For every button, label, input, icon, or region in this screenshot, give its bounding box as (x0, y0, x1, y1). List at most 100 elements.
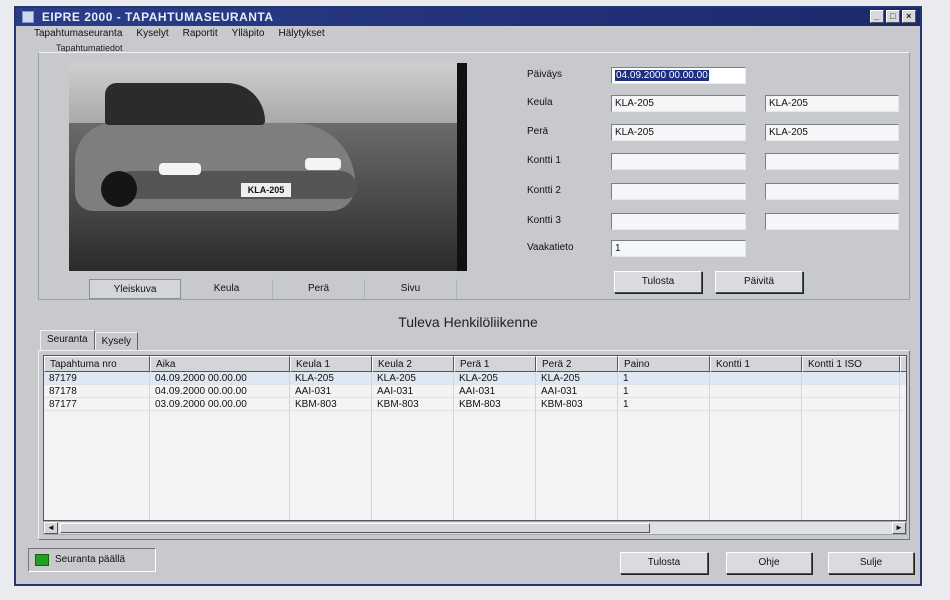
event-details-panel: KLA-205 Yleiskuva Keula Perä Sivu Päiväy… (38, 52, 910, 300)
table-cell: KBM-803 (372, 398, 454, 411)
table-cell: 87177 (44, 398, 150, 411)
status-led-icon (35, 554, 49, 566)
menu-halytykset[interactable]: Hälytykset (278, 26, 324, 42)
window-controls: _ □ × (870, 10, 916, 23)
table-cell (710, 372, 802, 385)
table-cell: KLA-205 (536, 372, 618, 385)
table-cell: KLA-205 (454, 372, 536, 385)
form-row-kontti2: Kontti 2 (499, 183, 899, 201)
column-header[interactable]: Tapahtuma nro (44, 356, 150, 372)
app-window: EIPRE 2000 - TAPAHTUMASEURANTA _ □ × Tap… (14, 6, 922, 586)
table-row[interactable]: 87178 04.09.2000 00.00.00 AAI-031 AAI-031 AA… (44, 385, 906, 398)
table-cell: KBM-803 (454, 398, 536, 411)
table-row[interactable]: 87179 04.09.2000 00.00.00 KLA-205 KLA-205 KL… (44, 372, 906, 385)
vehicle-photo: KLA-205 (69, 63, 467, 271)
form-row-kontti1: Kontti 1 (499, 153, 899, 171)
weight-field[interactable]: 1 (611, 240, 746, 257)
refresh-button[interactable]: Päivitä (715, 271, 803, 293)
table-cell: 04.09.2000 00.00.00 (150, 372, 290, 385)
pera-field-1[interactable]: KLA-205 (611, 124, 746, 141)
table-row[interactable]: 87177 03.09.2000 00.00.00 KBM-803 KBM-803 KB… (44, 398, 906, 411)
column-header[interactable]: K (900, 356, 906, 372)
column-header[interactable]: Keula 1 (290, 356, 372, 372)
kontti3-field-1[interactable] (611, 213, 746, 230)
view-tabs: Yleiskuva Keula Perä Sivu (89, 279, 469, 299)
event-form: Päiväys 04.09.2000 00.00.00 Keula KLA-20… (499, 63, 899, 283)
table-cell (802, 372, 900, 385)
view-tab-pera[interactable]: Perä (273, 279, 365, 299)
table-cell (802, 398, 900, 411)
horizontal-scrollbar[interactable]: ◄ ► (43, 521, 907, 535)
column-header[interactable]: Paino (618, 356, 710, 372)
table-cell: 87179 (44, 372, 150, 385)
label-keula: Keula (527, 97, 553, 108)
table-cell: KLA-205 (372, 372, 454, 385)
table-cell: KLA-205 (290, 372, 372, 385)
view-tab-sivu[interactable]: Sivu (365, 279, 457, 299)
table-cell: AAI-031 (454, 385, 536, 398)
column-header[interactable]: Kontti 1 (710, 356, 802, 372)
label-paivays: Päiväys (527, 69, 563, 80)
license-plate: KLA-205 (241, 183, 291, 197)
grid-panel: Tapahtuma nro Aika Keula 1 Keula 2 Perä 1 Per… (38, 350, 910, 540)
scroll-right-icon[interactable]: ► (892, 522, 906, 534)
form-row-paivays: Päiväys 04.09.2000 00.00.00 (499, 67, 899, 85)
form-row-vaakatieto: Vaakatieto 1 (499, 240, 899, 258)
table-cell: 04.09.2000 00.00.00 (150, 385, 290, 398)
status-text: Seuranta päällä (55, 554, 126, 565)
table-cell: KBM-803 (536, 398, 618, 411)
date-field[interactable]: 04.09.2000 00.00.00 (611, 67, 746, 84)
table-cell: 1 (618, 398, 710, 411)
table-cell: 87178 (44, 385, 150, 398)
minimize-button[interactable]: _ (870, 10, 884, 23)
section-title: Tuleva Henkilöliikenne (398, 314, 538, 330)
table-cell: 1 (618, 372, 710, 385)
car-wheel (101, 171, 137, 207)
maximize-button[interactable]: □ (886, 10, 900, 23)
menu-tapahtumaseuranta[interactable]: Tapahtumaseuranta (34, 26, 122, 42)
table-cell: AAI-031 (372, 385, 454, 398)
status-indicator: Seuranta päällä (28, 548, 156, 572)
view-tab-keula[interactable]: Keula (181, 279, 273, 299)
close-window-button[interactable]: × (902, 10, 916, 23)
scroll-left-icon[interactable]: ◄ (44, 522, 58, 534)
print-button[interactable]: Tulosta (620, 552, 708, 574)
menu-raportit[interactable]: Raportit (183, 26, 218, 42)
app-icon (22, 11, 34, 23)
kontti3-field-2[interactable] (765, 213, 899, 230)
pera-field-2[interactable]: KLA-205 (765, 124, 899, 141)
column-header[interactable]: Keula 2 (372, 356, 454, 372)
table-cell (900, 372, 906, 385)
kontti1-field-2[interactable] (765, 153, 899, 170)
help-button[interactable]: Ohje (726, 552, 812, 574)
form-row-pera: Perä KLA-205 KLA-205 (499, 124, 899, 142)
column-header[interactable]: Perä 1 (454, 356, 536, 372)
keula-field-1[interactable]: KLA-205 (611, 95, 746, 112)
car-headlight-right (305, 158, 341, 170)
table-cell: KBM-803 (290, 398, 372, 411)
kontti2-field-1[interactable] (611, 183, 746, 200)
tab-kysely[interactable]: Kysely (94, 332, 139, 350)
table-cell (802, 385, 900, 398)
photo-edge (457, 63, 467, 271)
scroll-thumb[interactable] (60, 523, 650, 533)
label-vaakatieto: Vaakatieto (527, 242, 574, 253)
label-pera: Perä (527, 126, 549, 137)
keula-field-2[interactable]: KLA-205 (765, 95, 899, 112)
title-bar[interactable]: EIPRE 2000 - TAPAHTUMASEURANTA _ □ × (16, 8, 920, 26)
close-button[interactable]: Sulje (828, 552, 914, 574)
kontti1-field-1[interactable] (611, 153, 746, 170)
menu-kyselyt[interactable]: Kyselyt (136, 26, 168, 42)
column-header[interactable]: Kontti 1 ISO (802, 356, 900, 372)
table-header: Tapahtuma nro Aika Keula 1 Keula 2 Perä 1 Per… (44, 356, 906, 372)
table-cell (710, 385, 802, 398)
kontti2-field-2[interactable] (765, 183, 899, 200)
menu-yllapito[interactable]: Ylläpito (232, 26, 265, 42)
events-table[interactable]: Tapahtuma nro Aika Keula 1 Keula 2 Perä 1 Per… (43, 355, 907, 521)
form-print-button[interactable]: Tulosta (614, 271, 702, 293)
column-header[interactable]: Perä 2 (536, 356, 618, 372)
column-header[interactable]: Aika (150, 356, 290, 372)
view-tab-yleiskuva[interactable]: Yleiskuva (89, 279, 181, 299)
tab-seuranta[interactable]: Seuranta (40, 330, 95, 350)
label-kontti1: Kontti 1 (527, 155, 561, 166)
